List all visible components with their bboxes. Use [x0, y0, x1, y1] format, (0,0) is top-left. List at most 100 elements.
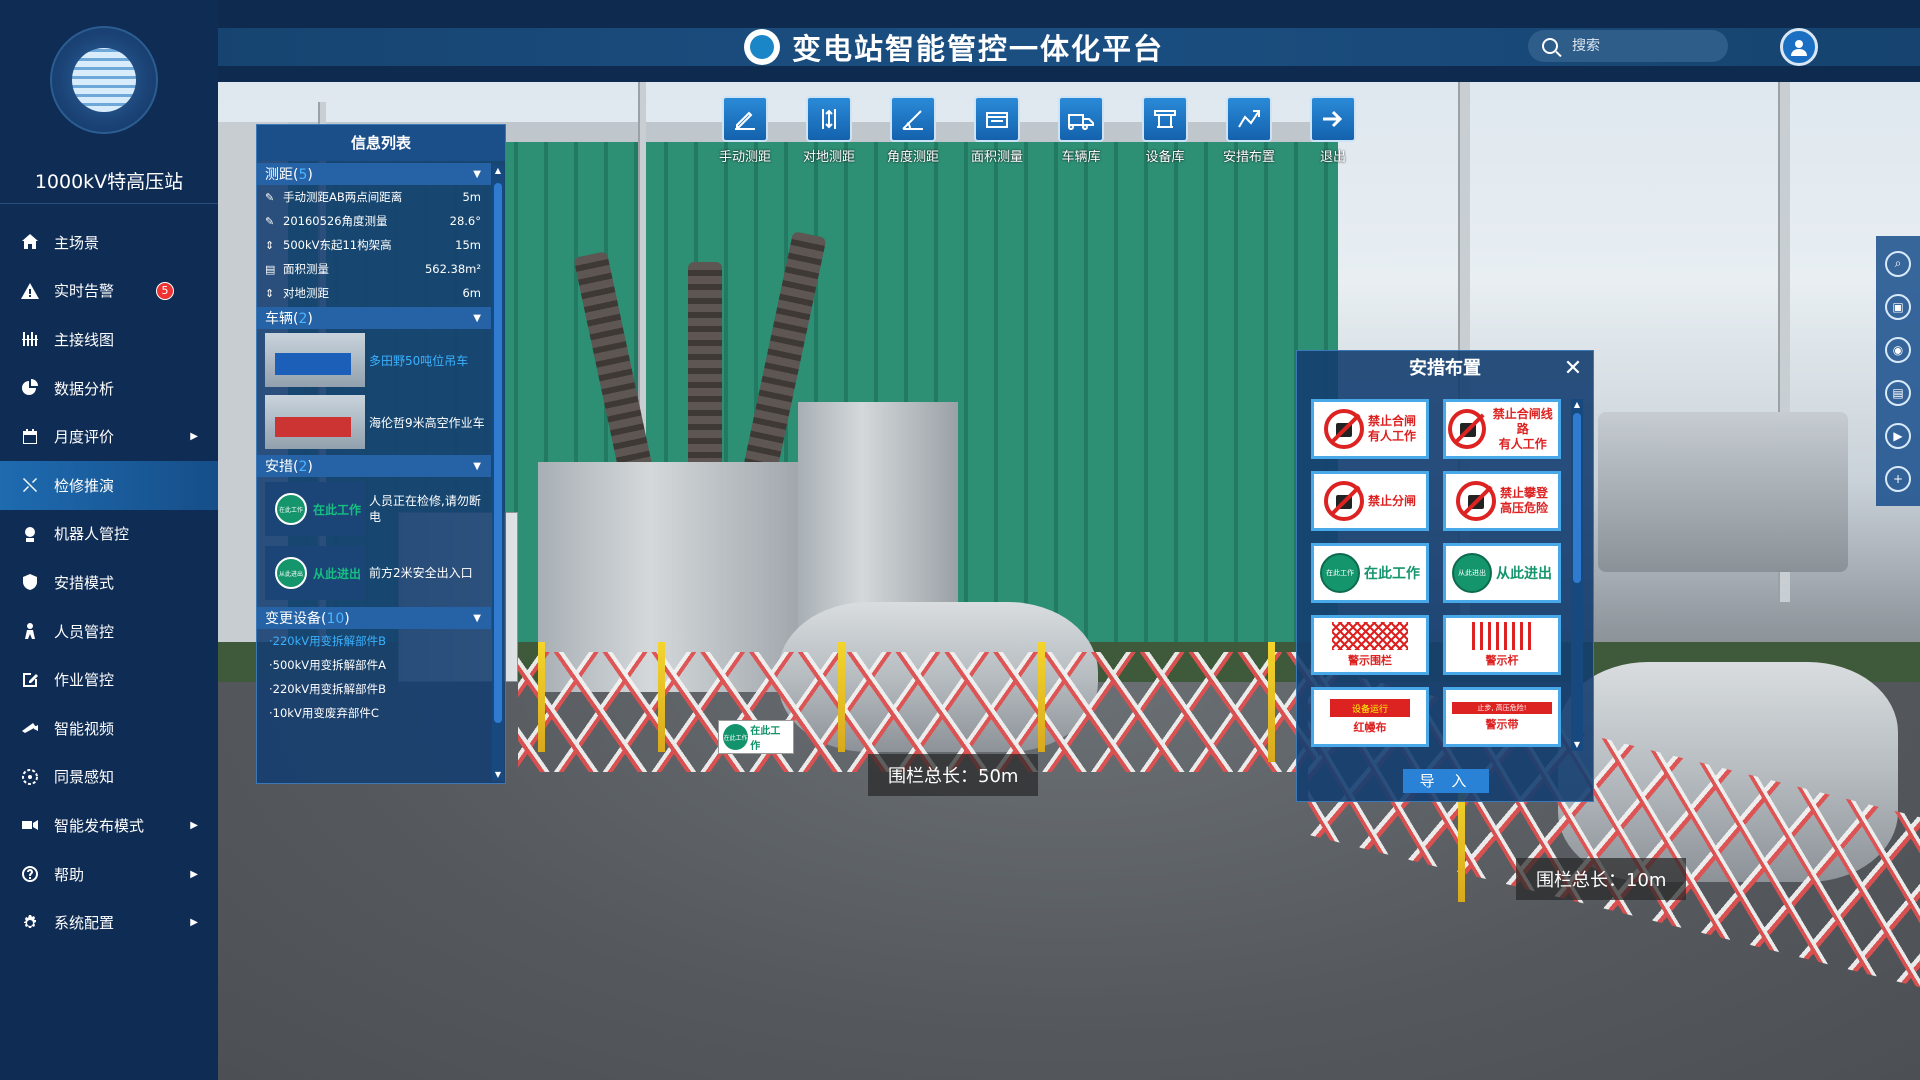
sidebar-item-1[interactable]: 实时告警 5: [0, 267, 218, 316]
scroll-up-icon[interactable]: ▲: [1571, 399, 1583, 411]
equipment-row[interactable]: ·220kV用变拆解部件B: [257, 677, 505, 701]
safety-sign-card[interactable]: 禁止攀登 高压危险: [1443, 471, 1561, 531]
measure-name: 20160526角度测量: [283, 214, 388, 228]
sidebar-item-label: 月度评价: [54, 428, 115, 447]
sidebar-item-3[interactable]: 数据分析: [0, 364, 218, 413]
wrench-icon: [20, 475, 40, 495]
safety-scrollbar[interactable]: ▲ ▼: [1571, 399, 1583, 751]
equipment-row[interactable]: ·10kV用变废弃部件C: [257, 701, 505, 725]
measure-row[interactable]: ⇕ 500kV东起11构架高 15m: [257, 233, 505, 257]
area-icon: ▤: [265, 262, 276, 276]
sidebar-item-14[interactable]: 系统配置 ▶: [0, 898, 218, 947]
add-icon[interactable]: +: [1885, 465, 1911, 492]
tool-button-5[interactable]: 设备库: [1132, 96, 1198, 165]
red-banner: 设备运行: [1330, 699, 1410, 717]
safety-sign-thumbnail: 在此工作 在此工作: [265, 482, 365, 536]
sidebar-item-label: 智能发布模式: [54, 816, 145, 835]
tool-button-2[interactable]: 角度测距: [880, 96, 946, 165]
sidebar-item-8[interactable]: 人员管控: [0, 607, 218, 656]
sign-text: 从此进出: [1496, 566, 1552, 582]
search-box[interactable]: [1528, 30, 1728, 62]
tool-button-7[interactable]: 退出: [1300, 96, 1366, 165]
sidebar-item-4[interactable]: 月度评价 ▶: [0, 412, 218, 461]
section-safety-header[interactable]: 安措(2) ▼: [257, 455, 491, 477]
scene-work-here-sign[interactable]: 在此工作 在此工作: [718, 720, 794, 754]
safety-sign-card[interactable]: 从此进出 从此进出: [1443, 543, 1561, 603]
record-icon[interactable]: ◉: [1885, 336, 1911, 363]
safety-sign-card[interactable]: 警示围栏: [1311, 615, 1429, 675]
safety-measure-row[interactable]: 在此工作 在此工作 人员正在检修,请勿断电: [257, 477, 505, 541]
section-vehicle-header[interactable]: 车辆(2) ▼: [257, 307, 491, 329]
equipment-row[interactable]: ·220kV用变拆解部件B: [257, 629, 505, 653]
vehicle-row[interactable]: 多田野50吨位吊车: [257, 329, 505, 391]
import-button[interactable]: 导 入: [1403, 769, 1489, 793]
home-icon: [20, 232, 40, 252]
search-icon[interactable]: [1542, 38, 1558, 54]
measure-value: 28.6°: [449, 214, 481, 228]
station-name: 1000kV特高压站: [0, 160, 218, 204]
scroll-down-icon[interactable]: ▼: [1571, 739, 1583, 751]
sidebar-item-10[interactable]: 智能视频: [0, 704, 218, 753]
fence-post: [538, 642, 545, 752]
sidebar-item-label: 作业管控: [54, 671, 115, 690]
green-sign-text: 在此工作: [313, 502, 362, 517]
safety-sign-card[interactable]: 禁止合闸 有人工作: [1311, 399, 1429, 459]
sidebar-item-13[interactable]: 帮助 ▶: [0, 850, 218, 899]
prohibit-icon: [1323, 481, 1364, 521]
scroll-thumb[interactable]: [494, 183, 502, 723]
safety-sign-card[interactable]: 禁止合闸线路 有人工作: [1443, 399, 1561, 459]
sign-caption: 警示杆: [1485, 654, 1519, 667]
scroll-up-icon[interactable]: ▲: [492, 165, 504, 177]
vehicle-thumbnail: [265, 395, 365, 449]
sidebar-item-7[interactable]: 安措模式: [0, 558, 218, 607]
safety-sign-card[interactable]: 在此工作 在此工作: [1311, 543, 1429, 603]
right-tool-strip: ⌕ ▣ ◉ ▤ ▶ +: [1876, 236, 1920, 506]
sidebar-item-9[interactable]: 作业管控: [0, 655, 218, 704]
safety-sign-card[interactable]: 警示杆: [1443, 615, 1561, 675]
sidebar-item-0[interactable]: 主场景: [0, 218, 218, 267]
info-scrollbar[interactable]: ▲ ▼: [492, 165, 504, 781]
safety-sign-card[interactable]: 设备运行 红幔布: [1311, 687, 1429, 747]
close-icon[interactable]: ✕: [1561, 357, 1585, 381]
vehicle-name: 海伦哲9米高空作业车: [369, 415, 485, 430]
tool-button-1[interactable]: 对地测距: [796, 96, 862, 165]
tool-button-4[interactable]: 车辆库: [1048, 96, 1114, 165]
measure-row[interactable]: ✎ 手动测距AB两点间距离 5m: [257, 185, 505, 209]
sidebar-item-12[interactable]: 智能发布模式 ▶: [0, 801, 218, 850]
vehicle-row[interactable]: 海伦哲9米高空作业车: [257, 391, 505, 453]
search-input[interactable]: [1572, 38, 1702, 54]
robot-icon: [20, 524, 40, 544]
zoom-search-icon[interactable]: ⌕: [1885, 250, 1911, 277]
safety-measure-row[interactable]: 从此进出 从此进出 前方2米安全出入口: [257, 541, 505, 605]
measure-row[interactable]: ✎ 20160526角度测量 28.6°: [257, 209, 505, 233]
vertical-icon: ⇕: [265, 286, 275, 300]
sign-caption: 警示带: [1485, 718, 1519, 731]
scroll-thumb[interactable]: [1573, 413, 1581, 583]
tool-button-6[interactable]: 安措布置: [1216, 96, 1282, 165]
sidebar: 1000kV特高压站 主场景 实时告警 5 主接线图数据分析月度评价 ▶ 检修推演 机器人管…: [0, 0, 218, 1080]
safety-sign-card[interactable]: 禁止分闸: [1311, 471, 1429, 531]
sidebar-item-label: 数据分析: [54, 379, 115, 398]
play-icon[interactable]: ▶: [1885, 422, 1911, 449]
measure-row[interactable]: ⇕ 对地测距 6m: [257, 281, 505, 305]
prohibit-icon: [1455, 481, 1496, 521]
screenshot-icon[interactable]: ▤: [1885, 379, 1911, 406]
section-measure-header[interactable]: 测距(5) ▼: [257, 163, 491, 185]
measure-value: 5m: [462, 190, 481, 204]
scroll-down-icon[interactable]: ▼: [492, 769, 504, 781]
section-equipment-header[interactable]: 变更设备(10) ▼: [257, 607, 491, 629]
tool-button-3[interactable]: 面积测量: [964, 96, 1030, 165]
safety-sign-card[interactable]: 止步, 高压危险! 警示带: [1443, 687, 1561, 747]
sidebar-item-5[interactable]: 检修推演: [0, 460, 218, 510]
save-icon[interactable]: ▣: [1885, 293, 1911, 320]
sidebar-item-11[interactable]: 同景感知: [0, 753, 218, 802]
vehicle-name: 多田野50吨位吊车: [369, 353, 469, 368]
gear-icon: [20, 913, 40, 933]
chevron-down-icon: ▼: [473, 168, 481, 180]
equipment-row[interactable]: ·500kV用变拆解部件A: [257, 653, 505, 677]
tool-button-0[interactable]: 手动测距: [712, 96, 778, 165]
measure-row[interactable]: ▤ 面积测量 562.38m²: [257, 257, 505, 281]
user-avatar[interactable]: [1780, 28, 1818, 66]
sidebar-item-6[interactable]: 机器人管控: [0, 510, 218, 559]
sidebar-item-2[interactable]: 主接线图: [0, 315, 218, 364]
